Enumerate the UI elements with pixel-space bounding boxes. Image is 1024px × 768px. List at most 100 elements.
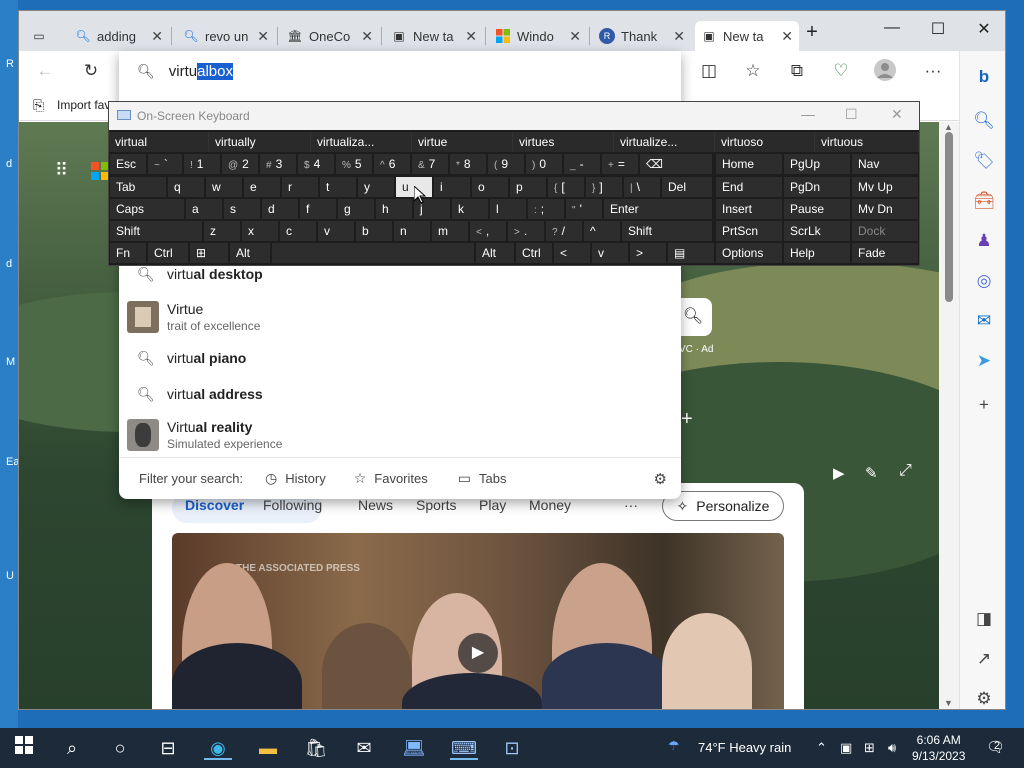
osk-key[interactable]: Nav: [852, 154, 918, 174]
close-tab-icon[interactable]: ✕: [465, 28, 477, 45]
drop-icon[interactable]: ➤: [970, 347, 998, 375]
address-input[interactable]: 🔍︎ virtu albox: [119, 51, 681, 91]
close-window-button[interactable]: ✕: [969, 19, 999, 43]
minimize-button[interactable]: —: [877, 19, 907, 43]
osk-taskbar-icon[interactable]: ⌨: [450, 736, 478, 760]
suggestion-item-entity[interactable]: Virtual reality Simulated experience: [119, 415, 681, 455]
browser-essentials-button[interactable]: ♡: [829, 59, 853, 83]
osk-key[interactable]: ScrLk: [784, 221, 850, 241]
network-icon[interactable]: ⊞: [864, 740, 875, 756]
volume-icon[interactable]: 🔊︎: [888, 740, 896, 756]
osk-key[interactable]: >.: [508, 221, 544, 241]
osk-key[interactable]: a: [186, 199, 222, 219]
word-prediction[interactable]: virtualize...: [614, 132, 715, 152]
osk-key[interactable]: ! 1: [184, 154, 220, 174]
osk-key[interactable]: n: [394, 221, 430, 241]
osk-key[interactable]: @2: [222, 154, 258, 174]
add-favorite-button[interactable]: ☆: [741, 59, 765, 83]
gear-icon[interactable]: ⚙: [970, 685, 998, 709]
suggestion-item[interactable]: 🔍︎ virtu al piano: [119, 341, 681, 375]
add-shortcut-icon[interactable]: +: [681, 408, 693, 431]
osk-key[interactable]: <,: [470, 221, 506, 241]
tab-newtab[interactable]: ▣ New ta ✕: [385, 21, 483, 51]
task-view-icon[interactable]: ⊟: [154, 736, 182, 760]
osk-key[interactable]: & 7: [412, 154, 448, 174]
tab-following[interactable]: Following: [263, 497, 322, 513]
osk-key[interactable]: }]: [586, 177, 622, 197]
osk-key[interactable]: m: [432, 221, 468, 241]
add-sidebar-app-icon[interactable]: +: [970, 391, 998, 419]
osk-key[interactable]: Del: [662, 177, 712, 197]
gear-icon[interactable]: ⚙: [654, 470, 667, 488]
play-video-button[interactable]: ▶: [458, 633, 498, 673]
mail-icon[interactable]: ✉: [350, 736, 378, 760]
word-prediction[interactable]: virtuoso: [715, 132, 815, 152]
osk-key[interactable]: r: [282, 177, 318, 197]
close-tab-icon[interactable]: ✕: [673, 28, 685, 45]
close-tab-icon[interactable]: ✕: [257, 28, 269, 45]
osk-key[interactable]: #3: [260, 154, 296, 174]
import-favorites-link[interactable]: Import fav: [57, 98, 110, 112]
word-prediction[interactable]: virtualiza...: [311, 132, 412, 152]
osk-key[interactable]: _ -: [564, 154, 600, 174]
osk-key[interactable]: v: [592, 243, 628, 263]
osk-key[interactable]: e: [244, 177, 280, 197]
osk-key[interactable]: " ': [566, 199, 602, 219]
close-tab-icon[interactable]: ✕: [569, 28, 581, 45]
osk-key[interactable]: b: [356, 221, 392, 241]
osk-key[interactable]: ▤: [668, 243, 714, 263]
search-icon[interactable]: 🔍︎: [970, 107, 998, 135]
osk-key[interactable]: Home: [716, 154, 782, 174]
osk-key[interactable]: End: [716, 177, 782, 197]
osk-key[interactable]: i: [434, 177, 470, 197]
weather-text[interactable]: 74°F Heavy rain: [698, 740, 791, 755]
osk-key[interactable]: h: [376, 199, 412, 219]
osk-key[interactable]: ) 0: [526, 154, 562, 174]
tab-thank[interactable]: R Thank ✕: [593, 21, 691, 51]
osk-key[interactable]: s: [224, 199, 260, 219]
show-hidden-icons[interactable]: ⌃: [816, 740, 827, 756]
tab-revo[interactable]: 🔍︎ revo un ✕: [177, 21, 275, 51]
shopping-tag-icon[interactable]: 🏷︎: [970, 147, 998, 175]
osk-key[interactable]: Shift: [622, 221, 712, 241]
osk-key[interactable]: x: [242, 221, 278, 241]
word-prediction[interactable]: virtuous: [815, 132, 919, 152]
osk-key[interactable]: g: [338, 199, 374, 219]
filter-history-button[interactable]: ◷ History: [265, 470, 326, 487]
background-settings-icon[interactable]: ✎: [865, 464, 878, 482]
osk-key[interactable]: y: [358, 177, 394, 197]
apps-launcher-icon[interactable]: ⠿: [55, 160, 69, 181]
tab-discover[interactable]: Discover: [185, 497, 244, 513]
settings-more-button[interactable]: ···: [921, 59, 945, 83]
word-prediction[interactable]: virtues: [513, 132, 614, 152]
osk-key[interactable]: Fn: [110, 243, 146, 263]
osk-key[interactable]: (9: [488, 154, 524, 174]
page-scrollbar[interactable]: ▲ ▼: [939, 122, 959, 709]
osk-key[interactable]: Help: [784, 243, 850, 263]
close-tab-icon[interactable]: ✕: [361, 28, 373, 45]
laptop-app-icon[interactable]: 💻︎: [400, 736, 428, 760]
osk-key[interactable]: ⌫: [640, 154, 712, 174]
tools-icon[interactable]: 🧰︎: [970, 187, 998, 215]
file-explorer-icon[interactable]: ▬: [254, 736, 282, 760]
scroll-up-arrow-icon[interactable]: ▲: [944, 122, 953, 132]
osk-key[interactable]: ? /: [546, 221, 582, 241]
collections-button[interactable]: ⧉: [785, 59, 809, 83]
split-screen-button[interactable]: ◫: [697, 59, 721, 83]
meet-icon[interactable]: ▣: [840, 740, 852, 756]
osk-title-bar[interactable]: On-Screen Keyboard — ☐ ✕: [109, 102, 919, 130]
weather-icon[interactable]: ☂: [668, 738, 680, 754]
osk-key[interactable]: Dock: [852, 221, 918, 241]
scroll-down-arrow-icon[interactable]: ▼: [944, 698, 953, 708]
back-button[interactable]: ←: [33, 59, 57, 83]
tab-windows[interactable]: Windo ✕: [489, 21, 587, 51]
word-prediction[interactable]: virtually: [209, 132, 311, 152]
osk-key[interactable]: Tab: [110, 177, 166, 197]
tab-news[interactable]: News: [358, 497, 393, 513]
tab-sports[interactable]: Sports: [416, 497, 456, 513]
osk-key[interactable]: Options: [716, 243, 782, 263]
open-external-icon[interactable]: ↗: [970, 645, 998, 673]
osk-key[interactable]: l: [490, 199, 526, 219]
osk-key[interactable]: t: [320, 177, 356, 197]
system-clock[interactable]: 6:06 AM 9/13/2023: [912, 732, 965, 764]
